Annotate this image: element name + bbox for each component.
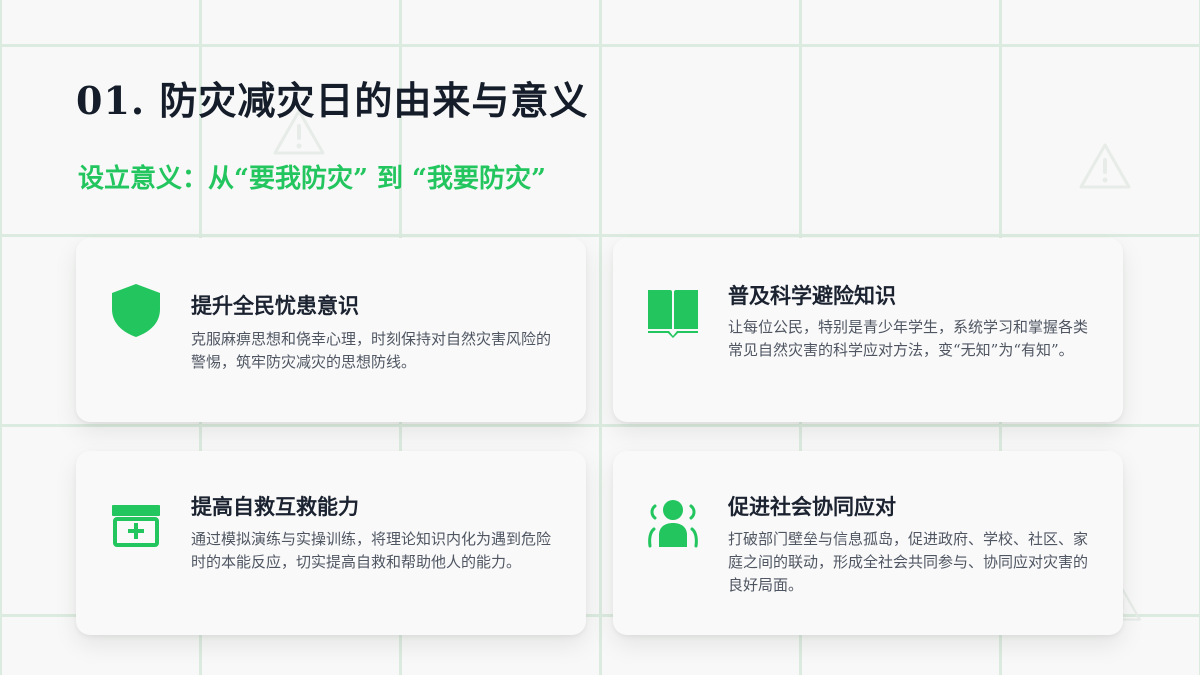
- card-cooperation: 促进社会协同应对 打破部门壁垒与信息孤岛，促进政府、学校、社区、家庭之间的联动，…: [613, 451, 1123, 635]
- card-description: 克服麻痹思想和侥幸心理，时刻保持对自然灾害风险的警惕，筑牢防灾减灾的思想防线。: [191, 330, 552, 371]
- card-description: 通过模拟演练与实操训练，将理论知识内化为遇到危险时的本能反应，切实提高自救和帮助…: [191, 530, 552, 571]
- warning-icon: [1078, 142, 1132, 190]
- card-awareness: 提升全民忧患意识 克服麻痹思想和侥幸心理，时刻保持对自然灾害风险的警惕，筑牢防灾…: [76, 238, 586, 422]
- card-description: 打破部门壁垒与信息孤岛，促进政府、学校、社区、家庭之间的联动，形成全社会共同参与…: [728, 530, 1089, 594]
- first-aid-kit-icon: [108, 495, 164, 551]
- card-title: 普及科学避险知识: [728, 283, 896, 308]
- shield-icon: [108, 282, 164, 338]
- card-title: 促进社会协同应对: [728, 494, 896, 519]
- page-subtitle: 设立意义：从“要我防灾” 到 “我要防灾”: [78, 164, 546, 194]
- card-title: 提高自救互救能力: [191, 494, 359, 519]
- card-description: 让每位公民，特别是青少年学生，系统学习和掌握各类常见自然灾害的科学应对方法，变“…: [728, 318, 1089, 359]
- card-knowledge: 普及科学避险知识 让每位公民，特别是青少年学生，系统学习和掌握各类常见自然灾害的…: [613, 238, 1123, 422]
- community-icon: [645, 495, 701, 551]
- page-title: 01. 防灾减灾日的由来与意义: [76, 78, 589, 123]
- card-title: 提升全民忧患意识: [191, 293, 359, 318]
- card-rescue: 提高自救互救能力 通过模拟演练与实操训练，将理论知识内化为遇到危险时的本能反应，…: [76, 451, 586, 635]
- book-icon: [645, 284, 701, 340]
